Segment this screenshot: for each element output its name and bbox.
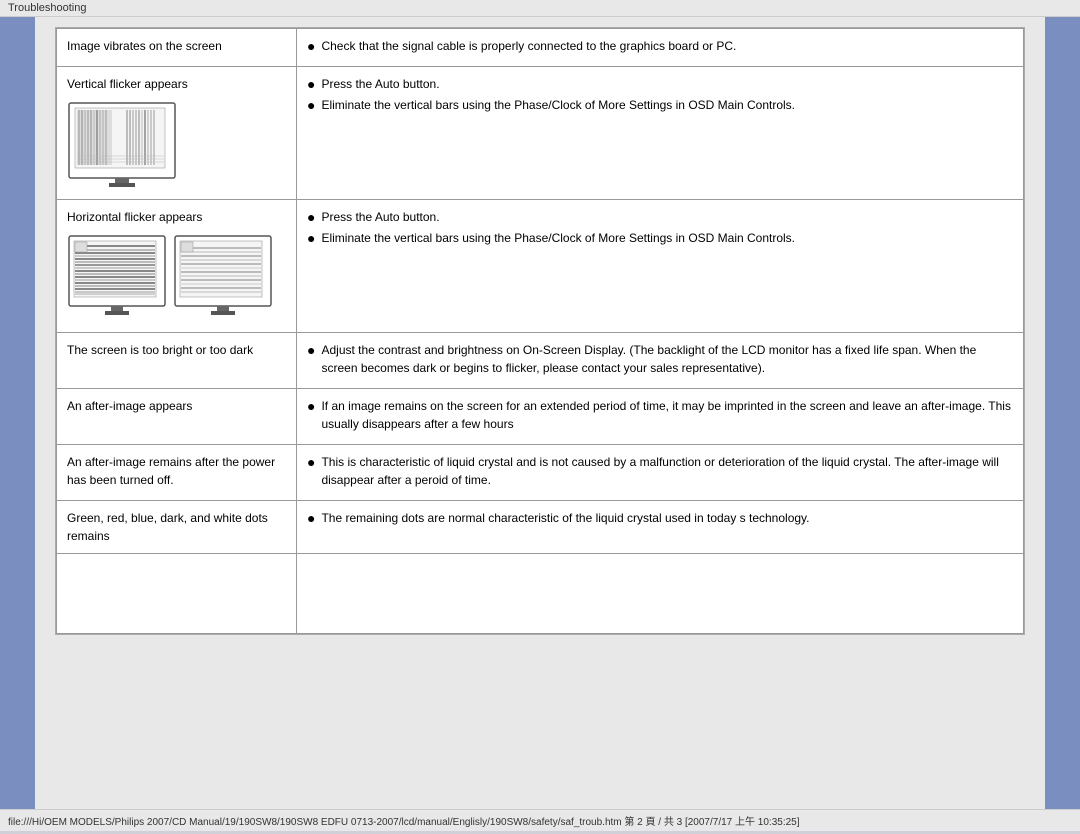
table-row: Image vibrates on the screen ● Check tha… <box>57 29 1024 67</box>
bullet-item: ● The remaining dots are normal characte… <box>307 509 1013 527</box>
problem-text: An after-image appears <box>67 399 192 413</box>
problem-cell: Horizontal flicker appears <box>57 200 297 333</box>
solution-text: This is characteristic of liquid crystal… <box>321 453 1013 489</box>
problem-cell: Green, red, blue, dark, and white dots r… <box>57 501 297 554</box>
solution-cell: ● This is characteristic of liquid cryst… <box>297 445 1024 501</box>
solution-cell: ● Adjust the contrast and brightness on … <box>297 333 1024 389</box>
problem-text: Green, red, blue, dark, and white dots r… <box>67 511 268 543</box>
problem-text: Horizontal flicker appears <box>67 210 202 224</box>
bullet-icon: ● <box>307 37 315 55</box>
solution-cell: ● The remaining dots are normal characte… <box>297 501 1024 554</box>
bullet-item: ● This is characteristic of liquid cryst… <box>307 453 1013 489</box>
table-row: The screen is too bright or too dark ● A… <box>57 333 1024 389</box>
solution-text: Adjust the contrast and brightness on On… <box>321 341 1013 377</box>
horiz-flicker-svg-1 <box>67 234 167 324</box>
solution-text: Press the Auto button. <box>321 75 439 93</box>
solution-cell: ● Press the Auto button. ● Eliminate the… <box>297 67 1024 200</box>
table-row-empty <box>57 554 1024 634</box>
solution-text: Eliminate the vertical bars using the Ph… <box>321 229 795 247</box>
problem-text: An after-image remains after the power h… <box>67 455 275 487</box>
bullet-icon: ● <box>307 208 315 226</box>
table-row: An after-image appears ● If an image rem… <box>57 389 1024 445</box>
top-bar-label: Troubleshooting <box>8 2 86 14</box>
table-row: Vertical flicker appears <box>57 67 1024 200</box>
bullet-item: ● Check that the signal cable is properl… <box>307 37 1013 55</box>
right-sidebar <box>1045 17 1080 809</box>
horizontal-flicker-images <box>67 234 286 324</box>
problem-cell: An after-image remains after the power h… <box>57 445 297 501</box>
main-layout: Image vibrates on the screen ● Check tha… <box>0 17 1080 809</box>
empty-cell <box>57 554 297 634</box>
table-row: Green, red, blue, dark, and white dots r… <box>57 501 1024 554</box>
solution-text: If an image remains on the screen for an… <box>321 397 1013 433</box>
horiz-flicker-svg-2 <box>173 234 273 324</box>
bullet-icon: ● <box>307 453 315 471</box>
solution-text: Press the Auto button. <box>321 208 439 226</box>
solution-text: Eliminate the vertical bars using the Ph… <box>321 96 795 114</box>
vertical-flicker-image <box>67 101 286 191</box>
problem-text: Vertical flicker appears <box>67 77 188 91</box>
problem-cell: An after-image appears <box>57 389 297 445</box>
bullet-item: ● If an image remains on the screen for … <box>307 397 1013 433</box>
troubleshoot-table: Image vibrates on the screen ● Check tha… <box>56 28 1024 634</box>
table-row: Horizontal flicker appears <box>57 200 1024 333</box>
bullet-icon: ● <box>307 341 315 359</box>
status-bar-text: file:///Hi/OEM MODELS/Philips 2007/CD Ma… <box>8 813 800 828</box>
bullet-icon: ● <box>307 229 315 247</box>
bullet-item: ● Press the Auto button. <box>307 208 1013 226</box>
table-row: An after-image remains after the power h… <box>57 445 1024 501</box>
problem-cell: Vertical flicker appears <box>57 67 297 200</box>
solution-cell: ● Check that the signal cable is properl… <box>297 29 1024 67</box>
solution-text: Check that the signal cable is properly … <box>321 37 736 55</box>
problem-cell: Image vibrates on the screen <box>57 29 297 67</box>
table-container: Image vibrates on the screen ● Check tha… <box>55 27 1025 635</box>
bullet-icon: ● <box>307 397 315 415</box>
solution-cell: ● If an image remains on the screen for … <box>297 389 1024 445</box>
bullet-icon: ● <box>307 75 315 93</box>
problem-text: The screen is too bright or too dark <box>67 343 253 357</box>
status-bar: file:///Hi/OEM MODELS/Philips 2007/CD Ma… <box>0 809 1080 831</box>
left-sidebar <box>0 17 35 809</box>
bullet-item: ● Press the Auto button. <box>307 75 1013 93</box>
bullet-item: ● Eliminate the vertical bars using the … <box>307 229 1013 247</box>
bullet-icon: ● <box>307 96 315 114</box>
solution-text: The remaining dots are normal characteri… <box>321 509 809 527</box>
problem-cell: The screen is too bright or too dark <box>57 333 297 389</box>
problem-text: Image vibrates on the screen <box>67 39 222 53</box>
top-bar: Troubleshooting <box>0 0 1080 17</box>
empty-cell <box>297 554 1024 634</box>
bullet-item: ● Adjust the contrast and brightness on … <box>307 341 1013 377</box>
bullet-icon: ● <box>307 509 315 527</box>
bullet-item: ● Eliminate the vertical bars using the … <box>307 96 1013 114</box>
vertical-flicker-svg <box>67 101 177 191</box>
content-area: Image vibrates on the screen ● Check tha… <box>35 17 1045 809</box>
solution-cell: ● Press the Auto button. ● Eliminate the… <box>297 200 1024 333</box>
